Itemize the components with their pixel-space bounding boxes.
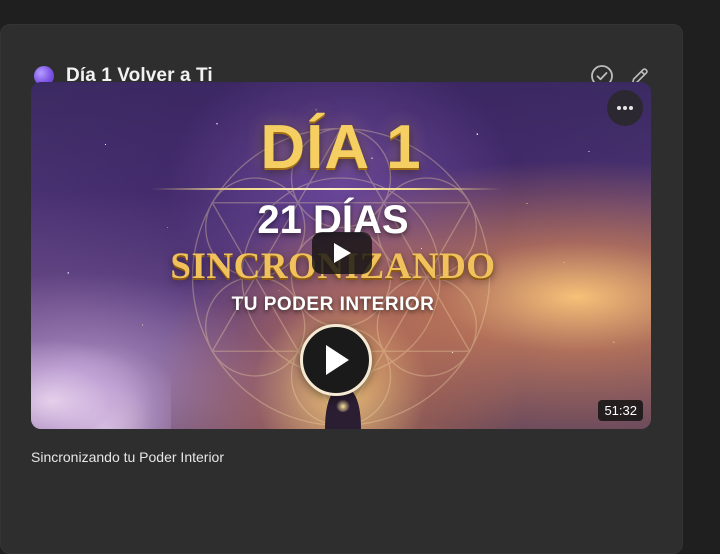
play-icon bbox=[334, 243, 351, 263]
youtube-play-button[interactable] bbox=[312, 232, 372, 274]
ellipsis-icon bbox=[617, 106, 633, 110]
thumbnail-divider bbox=[151, 188, 501, 190]
play-button[interactable] bbox=[300, 324, 372, 396]
thumbnail-title-day: DÍA 1 bbox=[260, 113, 422, 182]
video-duration-badge: 51:32 bbox=[598, 400, 643, 421]
play-icon bbox=[326, 345, 349, 375]
video-player[interactable]: DÍA 1 21 DÍAS SINCRONIZANDO TU PODER INT… bbox=[31, 82, 651, 429]
thumbnail-subtitle: TU PODER INTERIOR bbox=[231, 294, 435, 315]
more-options-button[interactable] bbox=[607, 90, 643, 126]
video-caption: Sincronizando tu Poder Interior bbox=[31, 449, 224, 465]
thumbnail-clouds bbox=[31, 329, 171, 429]
